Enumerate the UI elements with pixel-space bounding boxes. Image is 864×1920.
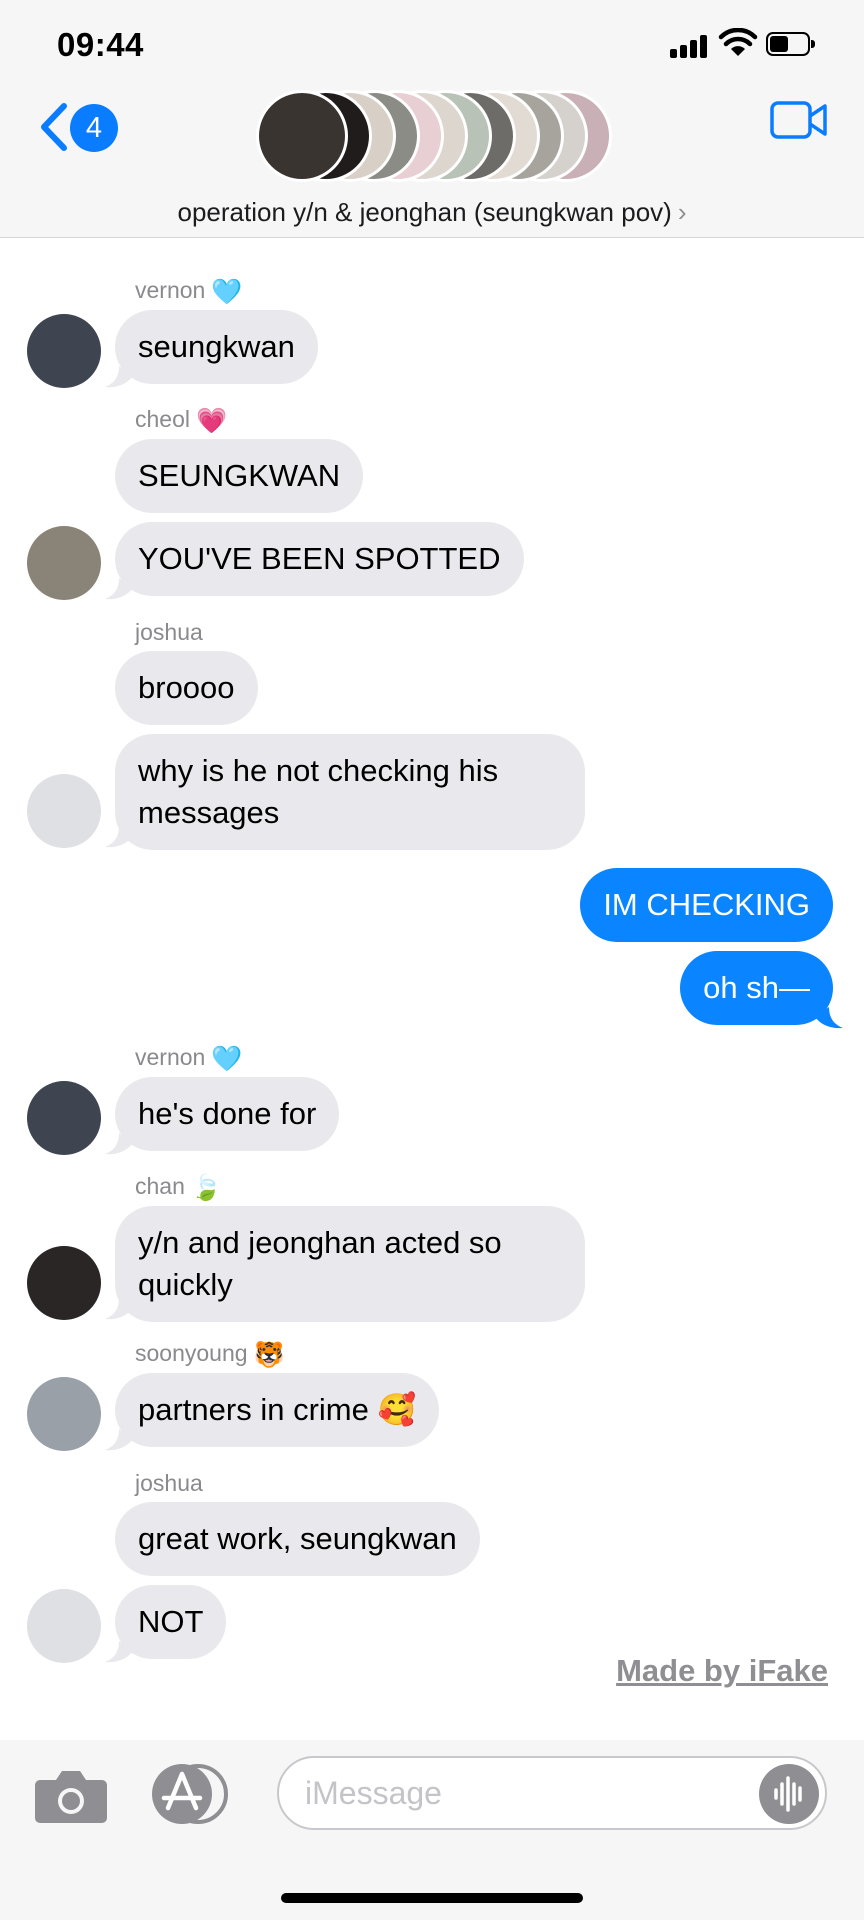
bubble-tail bbox=[105, 1133, 133, 1155]
bubble-tail bbox=[105, 578, 133, 600]
message-bubble-incoming[interactable]: SEUNGKWAN bbox=[115, 439, 364, 513]
avatar[interactable] bbox=[27, 314, 101, 388]
message-bubble-outgoing[interactable]: IM CHECKING bbox=[580, 868, 833, 942]
message-bubble-incoming[interactable]: broooo bbox=[115, 651, 258, 725]
sender-label: vernon 🩵 bbox=[135, 1044, 243, 1073]
sender-emoji: 💗 bbox=[195, 407, 228, 435]
conversation-header: 09:44 4 operation y/n & jeonghan (seungk… bbox=[0, 0, 864, 238]
sender-label: cheol 💗 bbox=[135, 406, 228, 435]
unread-badge[interactable]: 4 bbox=[70, 104, 118, 152]
message-bubble-incoming[interactable]: partners in crime 🥰 bbox=[115, 1373, 440, 1447]
avatar[interactable] bbox=[27, 1589, 101, 1663]
message-bubble-incoming[interactable]: YOU'VE BEEN SPOTTED bbox=[115, 522, 524, 596]
bubble-tail bbox=[815, 1007, 843, 1029]
home-indicator[interactable] bbox=[281, 1893, 583, 1903]
audio-waveform-icon[interactable] bbox=[759, 1764, 819, 1824]
sender-label: vernon 🩵 bbox=[135, 277, 243, 306]
group-avatar-stack[interactable] bbox=[250, 90, 612, 187]
avatar[interactable] bbox=[27, 1377, 101, 1451]
message-input-placeholder: iMessage bbox=[305, 1775, 442, 1811]
app-store-icon[interactable] bbox=[150, 1762, 234, 1826]
avatar[interactable] bbox=[27, 526, 101, 600]
message-bubble-incoming[interactable]: seungkwan bbox=[115, 310, 318, 384]
bubble-tail bbox=[105, 1298, 133, 1320]
message-bubble-outgoing[interactable]: oh sh— bbox=[680, 951, 833, 1025]
chevron-left-icon[interactable] bbox=[34, 100, 74, 154]
compose-bar: iMessage bbox=[0, 1740, 864, 1920]
avatar[interactable] bbox=[27, 1081, 101, 1155]
bubble-tail bbox=[105, 826, 133, 848]
sender-label: chan 🍃 bbox=[135, 1173, 223, 1202]
message-input[interactable]: iMessage bbox=[277, 1756, 827, 1830]
cellular-signal-icon bbox=[670, 32, 712, 58]
bubble-tail bbox=[105, 366, 133, 388]
sender-label: joshua bbox=[135, 619, 203, 645]
chevron-right-icon: › bbox=[677, 197, 687, 227]
video-camera-icon[interactable] bbox=[770, 100, 828, 140]
message-bubble-incoming[interactable]: why is he not checking his messages bbox=[115, 734, 585, 850]
message-bubble-incoming[interactable]: he's done for bbox=[115, 1077, 340, 1151]
conversation-title-text: operation y/n & jeonghan (seungkwan pov) bbox=[177, 197, 672, 227]
sender-emoji: 🐯 bbox=[253, 1341, 285, 1369]
bubble-tail bbox=[105, 1641, 133, 1663]
sender-label: soonyoung 🐯 bbox=[135, 1340, 285, 1369]
camera-icon[interactable] bbox=[34, 1768, 108, 1824]
avatar[interactable] bbox=[27, 774, 101, 848]
battery-icon bbox=[766, 32, 815, 56]
sender-emoji: 🩵 bbox=[211, 1045, 243, 1073]
wifi-icon bbox=[718, 28, 758, 56]
message-bubble-incoming[interactable]: y/n and jeonghan acted so quickly bbox=[115, 1206, 585, 1322]
sender-emoji: 🍃 bbox=[190, 1174, 223, 1202]
sender-emoji: 🩵 bbox=[211, 278, 243, 306]
avatar[interactable] bbox=[27, 1246, 101, 1320]
watermark-link[interactable]: Made by iFake bbox=[616, 1653, 828, 1689]
conversation-title[interactable]: operation y/n & jeonghan (seungkwan pov)… bbox=[0, 197, 864, 228]
sender-label: joshua bbox=[135, 1470, 203, 1496]
message-bubble-incoming[interactable]: great work, seungkwan bbox=[115, 1502, 480, 1576]
status-time: 09:44 bbox=[57, 26, 144, 63]
bubble-tail bbox=[105, 1429, 133, 1451]
